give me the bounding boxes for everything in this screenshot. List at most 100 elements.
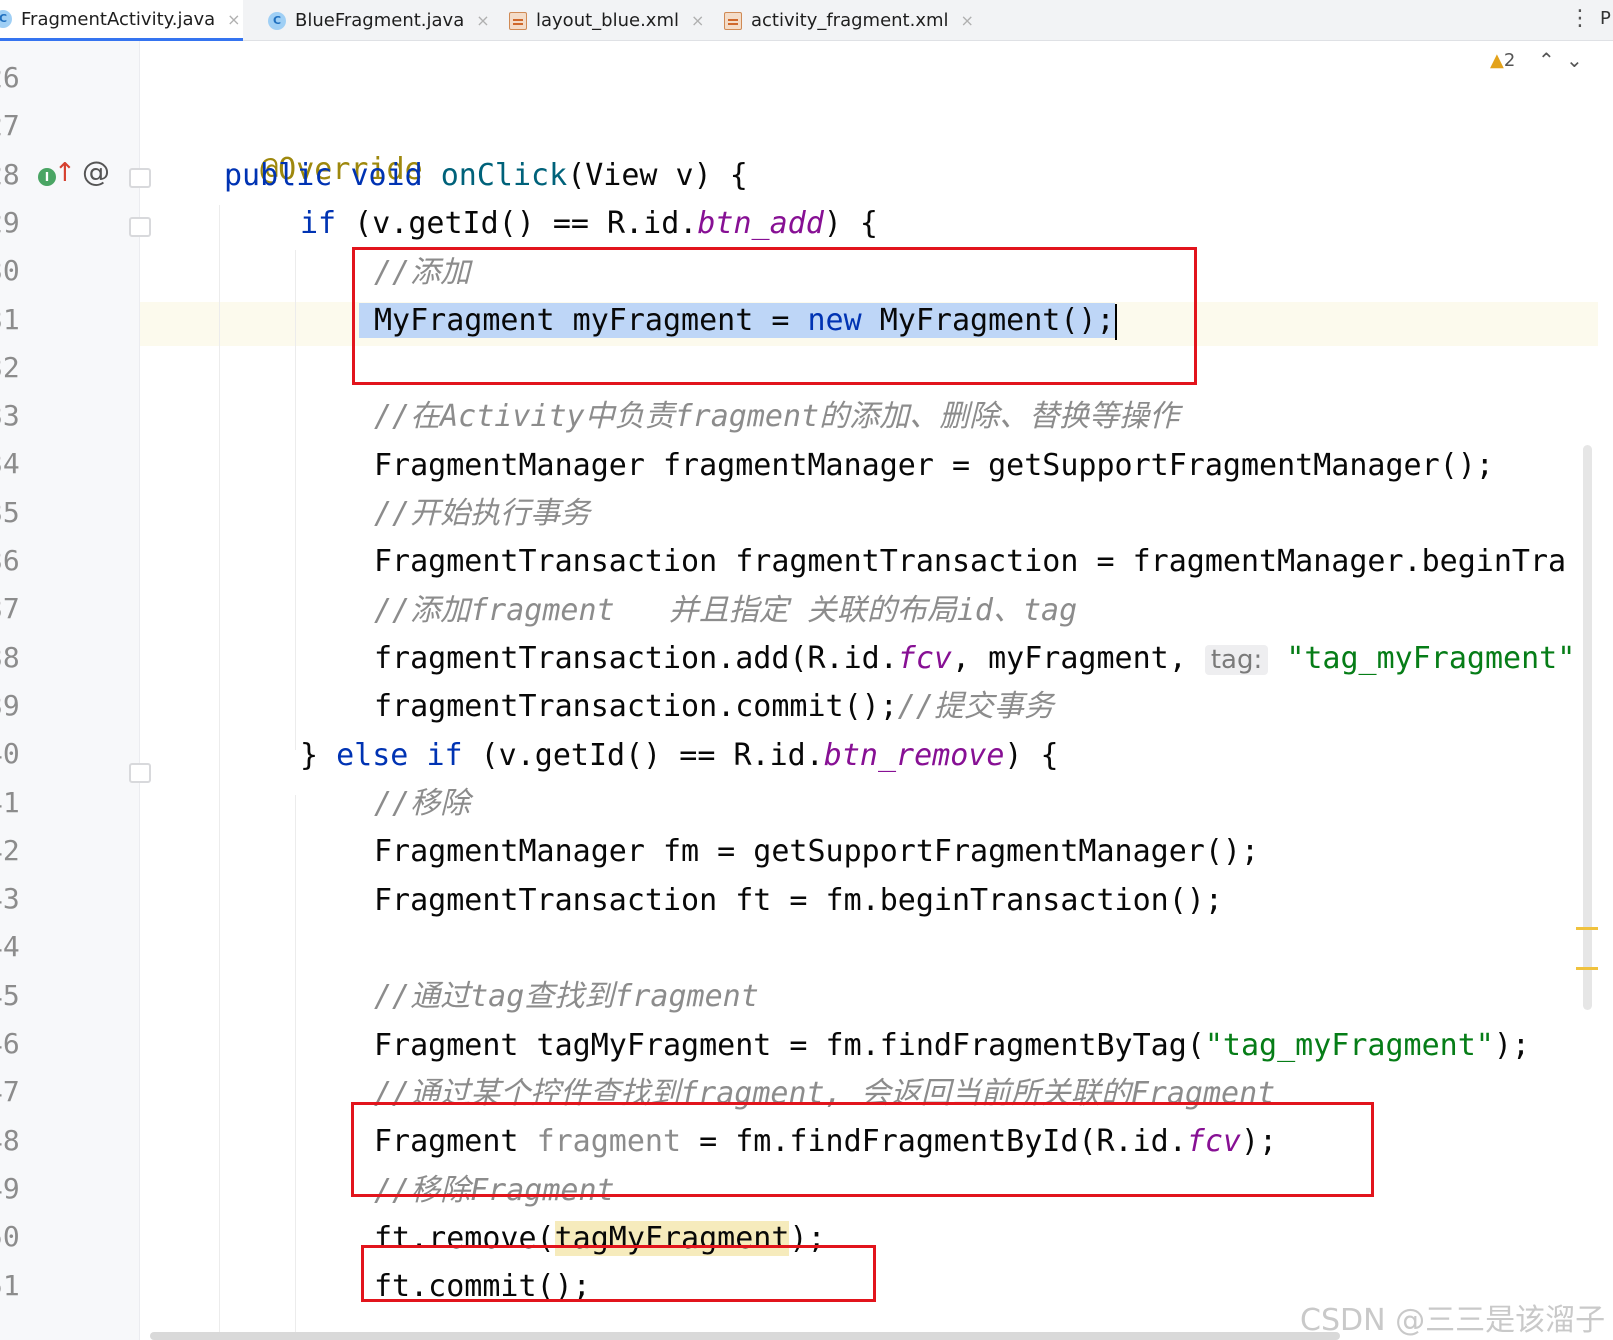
code-text: , myFragment, [951,641,1205,676]
fold-marker-icon[interactable] [129,217,151,237]
line-number[interactable]: 35 [0,493,20,533]
keyword-token: else [336,738,409,773]
tab-label: BlueFragment.java [295,10,465,31]
line-number[interactable]: 34 [0,444,20,484]
code-line-42[interactable]: FragmentManager fm = getSupportFragmentM… [374,831,1259,873]
string-token: "tag_myFragment" [1286,641,1576,676]
line-number[interactable]: 45 [0,976,20,1016]
tab-fragment-activity[interactable]: C FragmentActivity.java × [0,0,243,41]
code-line-35[interactable]: //开始执行事务 [374,493,590,535]
horizontal-scrollbar[interactable] [150,1332,1340,1340]
annotation-at-icon[interactable]: @ [82,155,110,188]
code-text: FragmentManager fragmentManager = getSup… [374,448,1494,483]
code-line-40[interactable]: } else if (v.getId() == R.id.btn_remove)… [300,735,1059,777]
close-icon[interactable]: × [227,10,240,29]
line-number[interactable]: 50 [0,1217,20,1257]
close-icon[interactable]: × [691,11,704,30]
line-number[interactable]: 37 [0,589,20,629]
line-number[interactable]: 38 [0,638,20,678]
tab-blue-fragment[interactable]: C BlueFragment.java × [268,0,490,41]
field-token: btn_add [697,206,824,241]
more-tabs-icon[interactable]: ⋮ [1569,6,1591,31]
line-number[interactable]: 42 [0,831,20,871]
field-token: btn_remove [823,738,1005,773]
warning-count: 2 [1503,50,1516,71]
fold-marker-icon[interactable] [129,168,151,188]
keyword-token: if [300,206,337,241]
comment-token: //开始执行事务 [374,496,591,531]
line-number[interactable]: 49 [0,1169,20,1209]
indent-guide [219,205,220,1340]
line-number[interactable]: 29 [0,203,20,243]
string-token: "tag_myFragment" [1204,1028,1494,1063]
code-line-41[interactable]: //移除 [374,783,470,825]
tab-layout-blue[interactable]: layout_blue.xml × [509,0,704,41]
xml-layout-icon [724,11,742,30]
code-line-36[interactable]: FragmentTransaction fragmentTransaction … [374,541,1566,583]
warning-stripe-mark[interactable] [1576,967,1598,970]
code-text: Fragment tagMyFragment = fm.findFragment… [374,1028,1205,1063]
warning-icon: ▲ [1490,50,1504,71]
warning-stripe-mark[interactable] [1576,927,1598,930]
line-number[interactable]: 39 [0,686,20,726]
code-line-43[interactable]: FragmentTransaction ft = fm.beginTransac… [374,880,1223,922]
line-number[interactable]: 41 [0,783,20,823]
override-arrow-icon[interactable]: ↑ [54,158,76,188]
line-number[interactable]: 28 [0,155,20,195]
line-number[interactable]: 36 [0,541,20,581]
code-text: FragmentTransaction ft = fm.beginTransac… [374,883,1223,918]
close-icon[interactable]: × [476,11,489,30]
line-number[interactable]: 51 [0,1266,20,1306]
code-line-29[interactable]: if (v.getId() == R.id.btn_add) { [300,203,878,245]
code-line-38[interactable]: fragmentTransaction.add(R.id.fcv, myFrag… [374,638,1575,681]
line-number[interactable]: 33 [0,396,20,436]
code-text: (v.getId() == R.id. [336,206,698,241]
code-text: ) { [823,206,878,241]
line-number[interactable]: 47 [0,1072,20,1112]
code-line-37[interactable]: //添加fragment 并且指定 关联的布局id、tag [374,590,1077,632]
code-line-46[interactable]: Fragment tagMyFragment = fm.findFragment… [374,1025,1530,1067]
tab-activity-fragment[interactable]: activity_fragment.xml × [724,0,974,41]
method-name-token: onClick [440,158,568,193]
warnings-indicator[interactable]: ▲2 [1490,50,1515,71]
code-text: } [300,738,337,773]
parameter-hint: tag: [1204,645,1269,675]
line-number[interactable]: 48 [0,1121,20,1161]
comment-token: //通过tag查找到fragment [374,979,759,1014]
code-text: fragmentTransaction.add(R.id. [374,641,898,676]
code-text: FragmentTransaction fragmentTransaction … [374,544,1567,579]
line-number[interactable]: 32 [0,348,20,388]
editor-tab-bar: C FragmentActivity.java × C BlueFragment… [0,0,1613,41]
code-text: (View v) { [567,158,748,193]
side-panel-label[interactable]: P [1600,8,1611,29]
code-line-45[interactable]: //通过tag查找到fragment [374,976,759,1018]
java-class-icon: C [268,11,286,30]
code-text: ) { [1004,738,1059,773]
watermark: CSDN @三三是该溜子 [1300,1303,1606,1338]
code-line-34[interactable]: FragmentManager fragmentManager = getSup… [374,445,1494,487]
previous-highlight-icon[interactable]: ⌃ [1538,48,1555,72]
vertical-scrollbar[interactable] [1583,445,1592,1010]
line-number[interactable]: 30 [0,251,20,291]
line-number[interactable]: 44 [0,927,20,967]
next-highlight-icon[interactable]: ⌄ [1566,48,1583,72]
fold-marker-icon[interactable] [129,763,151,783]
line-number[interactable]: 43 [0,879,20,919]
close-icon[interactable]: × [961,11,974,30]
java-class-icon: C [0,10,12,28]
code-text: (v.getId() == R.id. [462,738,824,773]
line-number[interactable]: 40 [0,734,20,774]
line-number[interactable]: 26 [0,58,20,98]
code-line-28[interactable]: public void onClick(View v) { [224,155,748,197]
keyword-token: public [224,158,333,193]
code-line-33[interactable]: //在Activity中负责fragment的添加、删除、替换等操作 [374,396,1179,438]
field-token: fcv [897,641,952,676]
keyword-token: void [350,158,423,193]
indent-guide [295,250,296,750]
comment-token: //添加fragment 并且指定 关联的布局id、tag [374,593,1078,628]
line-number[interactable]: 46 [0,1024,20,1064]
keyword-token: if [426,738,463,773]
line-number[interactable]: 31 [0,300,20,340]
code-line-39[interactable]: fragmentTransaction.commit();//提交事务 [374,686,1054,728]
line-number[interactable]: 27 [0,106,20,146]
